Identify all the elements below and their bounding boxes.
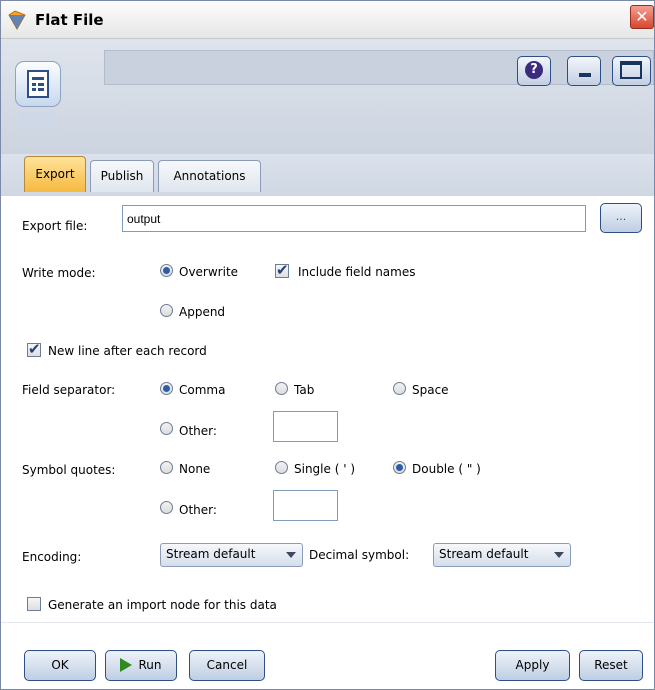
flat-file-window: Flat File ✕ ? Export Publish Annotations… — [0, 0, 655, 690]
space-radio[interactable] — [393, 382, 406, 395]
quotes-other-input[interactable] — [273, 490, 338, 521]
apply-button[interactable]: Apply — [495, 650, 570, 681]
field-separator-label: Field separator: — [22, 383, 116, 397]
space-label: Space — [412, 383, 449, 397]
quotes-single-label: Single ( ' ) — [294, 462, 355, 476]
include-field-names-checkbox[interactable] — [275, 261, 289, 279]
quotes-none-radio[interactable] — [160, 461, 173, 474]
minimize-icon — [579, 73, 591, 77]
flat-file-node-icon — [8, 10, 26, 30]
separator-other-radio[interactable] — [160, 422, 173, 435]
minimize-button[interactable] — [567, 56, 601, 86]
node-header: ? — [1, 39, 654, 154]
title-bar[interactable]: Flat File ✕ — [1, 1, 654, 39]
write-mode-label: Write mode: — [22, 266, 96, 280]
separator-other-label: Other: — [179, 424, 217, 438]
decimal-symbol-value: Stream default — [439, 547, 529, 561]
quotes-double-radio[interactable] — [393, 461, 406, 474]
quotes-single-radio[interactable] — [275, 461, 288, 474]
chevron-down-icon — [554, 552, 564, 558]
generate-import-checkbox[interactable] — [27, 597, 41, 611]
separator-other-input[interactable] — [273, 411, 338, 442]
append-label: Append — [179, 305, 226, 319]
node-icon — [15, 61, 61, 134]
new-line-checkbox[interactable] — [27, 340, 41, 358]
tab-label: Tab — [294, 383, 315, 397]
comma-label: Comma — [179, 383, 226, 397]
symbol-quotes-label: Symbol quotes: — [22, 463, 116, 477]
ok-button[interactable]: OK — [24, 650, 96, 681]
maximize-icon — [620, 61, 642, 79]
overwrite-radio[interactable] — [160, 264, 173, 277]
quotes-other-radio[interactable] — [160, 501, 173, 514]
node-icon-reflection — [15, 112, 59, 134]
maximize-button[interactable] — [612, 56, 651, 86]
generate-import-label: Generate an import node for this data — [48, 598, 277, 612]
window-title: Flat File — [35, 11, 104, 29]
document-icon — [27, 70, 49, 98]
help-icon: ? — [525, 61, 543, 79]
tab-publish[interactable]: Publish — [90, 160, 154, 192]
decimal-symbol-label: Decimal symbol: — [309, 548, 410, 562]
quotes-none-label: None — [179, 462, 211, 476]
run-button[interactable]: Run — [105, 650, 177, 681]
chevron-down-icon — [286, 552, 296, 558]
quotes-other-label: Other: — [179, 503, 217, 517]
close-button[interactable]: ✕ — [630, 5, 654, 29]
reset-button[interactable]: Reset — [579, 650, 643, 681]
overwrite-label: Overwrite — [179, 265, 239, 279]
divider — [1, 622, 654, 623]
new-line-label: New line after each record — [48, 344, 207, 358]
include-field-names-label: Include field names — [298, 265, 416, 279]
encoding-label: Encoding: — [22, 550, 82, 564]
encoding-dropdown[interactable]: Stream default — [160, 543, 303, 567]
help-button[interactable]: ? — [517, 56, 551, 86]
run-icon — [120, 657, 133, 672]
export-panel: Export file: ... Write mode: Overwrite I… — [1, 196, 654, 689]
cancel-button[interactable]: Cancel — [189, 650, 265, 681]
tab-radio[interactable] — [275, 382, 288, 395]
comma-radio[interactable] — [160, 382, 173, 395]
decimal-symbol-dropdown[interactable]: Stream default — [433, 543, 571, 567]
run-label: Run — [138, 658, 162, 672]
browse-button[interactable]: ... — [600, 203, 642, 233]
quotes-double-label: Double ( " ) — [412, 462, 481, 476]
tab-annotations[interactable]: Annotations — [158, 160, 261, 192]
append-radio[interactable] — [160, 304, 173, 317]
export-file-label: Export file: — [22, 219, 88, 233]
encoding-value: Stream default — [166, 547, 256, 561]
close-icon: ✕ — [635, 7, 649, 26]
export-file-input[interactable] — [122, 205, 586, 232]
tab-export[interactable]: Export — [24, 156, 86, 192]
tab-strip: Export Publish Annotations — [1, 154, 654, 198]
